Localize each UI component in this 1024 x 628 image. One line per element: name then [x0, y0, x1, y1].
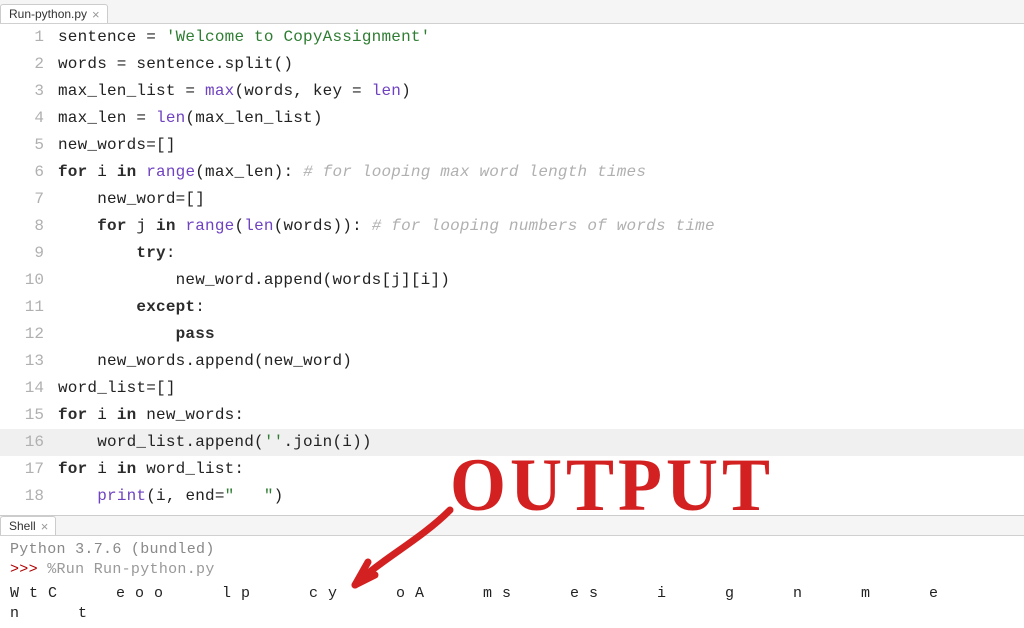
code-line: word_list.append(''.join(i)) [58, 429, 372, 456]
code-line: max_len_list = max(words, key = len) [58, 78, 411, 105]
line-number: 8 [0, 213, 58, 240]
line-number: 16 [0, 429, 58, 456]
shell-tab-bar: Shell × [0, 516, 1024, 536]
code-line: word_list=[] [58, 375, 176, 402]
code-line: except: [58, 294, 205, 321]
line-number: 18 [0, 483, 58, 510]
code-line: new_word=[] [58, 186, 205, 213]
shell-prompt-line: >>> %Run Run-python.py [10, 560, 1014, 580]
line-number: 15 [0, 402, 58, 429]
code-line: for j in range(len(words)): # for loopin… [58, 213, 715, 240]
shell-prompt: >>> [10, 561, 38, 578]
code-line: pass [58, 321, 215, 348]
line-number: 5 [0, 132, 58, 159]
shell-output: WtC eoo lp cy oA ms es i g n m e n t [10, 580, 1014, 624]
code-line: try: [58, 240, 176, 267]
shell-command: %Run Run-python.py [38, 561, 215, 578]
shell-tab[interactable]: Shell × [0, 516, 56, 535]
code-line: new_words.append(new_word) [58, 348, 352, 375]
code-line: new_word.append(words[j][i]) [58, 267, 450, 294]
code-line: sentence = 'Welcome to CopyAssignment' [58, 24, 430, 51]
shell-version: Python 3.7.6 (bundled) [10, 540, 1014, 560]
line-number: 2 [0, 51, 58, 78]
shell-panel[interactable]: Python 3.7.6 (bundled) >>> %Run Run-pyth… [0, 536, 1024, 628]
line-number: 10 [0, 267, 58, 294]
code-line: words = sentence.split() [58, 51, 293, 78]
line-number: 9 [0, 240, 58, 267]
close-icon[interactable]: × [91, 8, 101, 21]
line-number: 14 [0, 375, 58, 402]
line-number: 7 [0, 186, 58, 213]
code-line: for i in word_list: [58, 456, 244, 483]
shell-tab-label: Shell [9, 519, 36, 533]
line-number: 17 [0, 456, 58, 483]
editor-tab[interactable]: Run-python.py × [0, 4, 108, 23]
code-line: for i in new_words: [58, 402, 244, 429]
line-number: 6 [0, 159, 58, 186]
line-number: 13 [0, 348, 58, 375]
code-line: for i in range(max_len): # for looping m… [58, 159, 646, 186]
code-line: max_len = len(max_len_list) [58, 105, 323, 132]
line-number: 12 [0, 321, 58, 348]
editor-tab-bar: Run-python.py × [0, 0, 1024, 24]
code-line: new_words=[] [58, 132, 176, 159]
line-number: 1 [0, 24, 58, 51]
line-number: 11 [0, 294, 58, 321]
code-line: print(i, end=" ") [58, 483, 283, 510]
close-icon[interactable]: × [40, 520, 50, 533]
line-number: 3 [0, 78, 58, 105]
editor-tab-label: Run-python.py [9, 7, 87, 21]
line-number: 4 [0, 105, 58, 132]
code-editor[interactable]: 1sentence = 'Welcome to CopyAssignment' … [0, 24, 1024, 516]
